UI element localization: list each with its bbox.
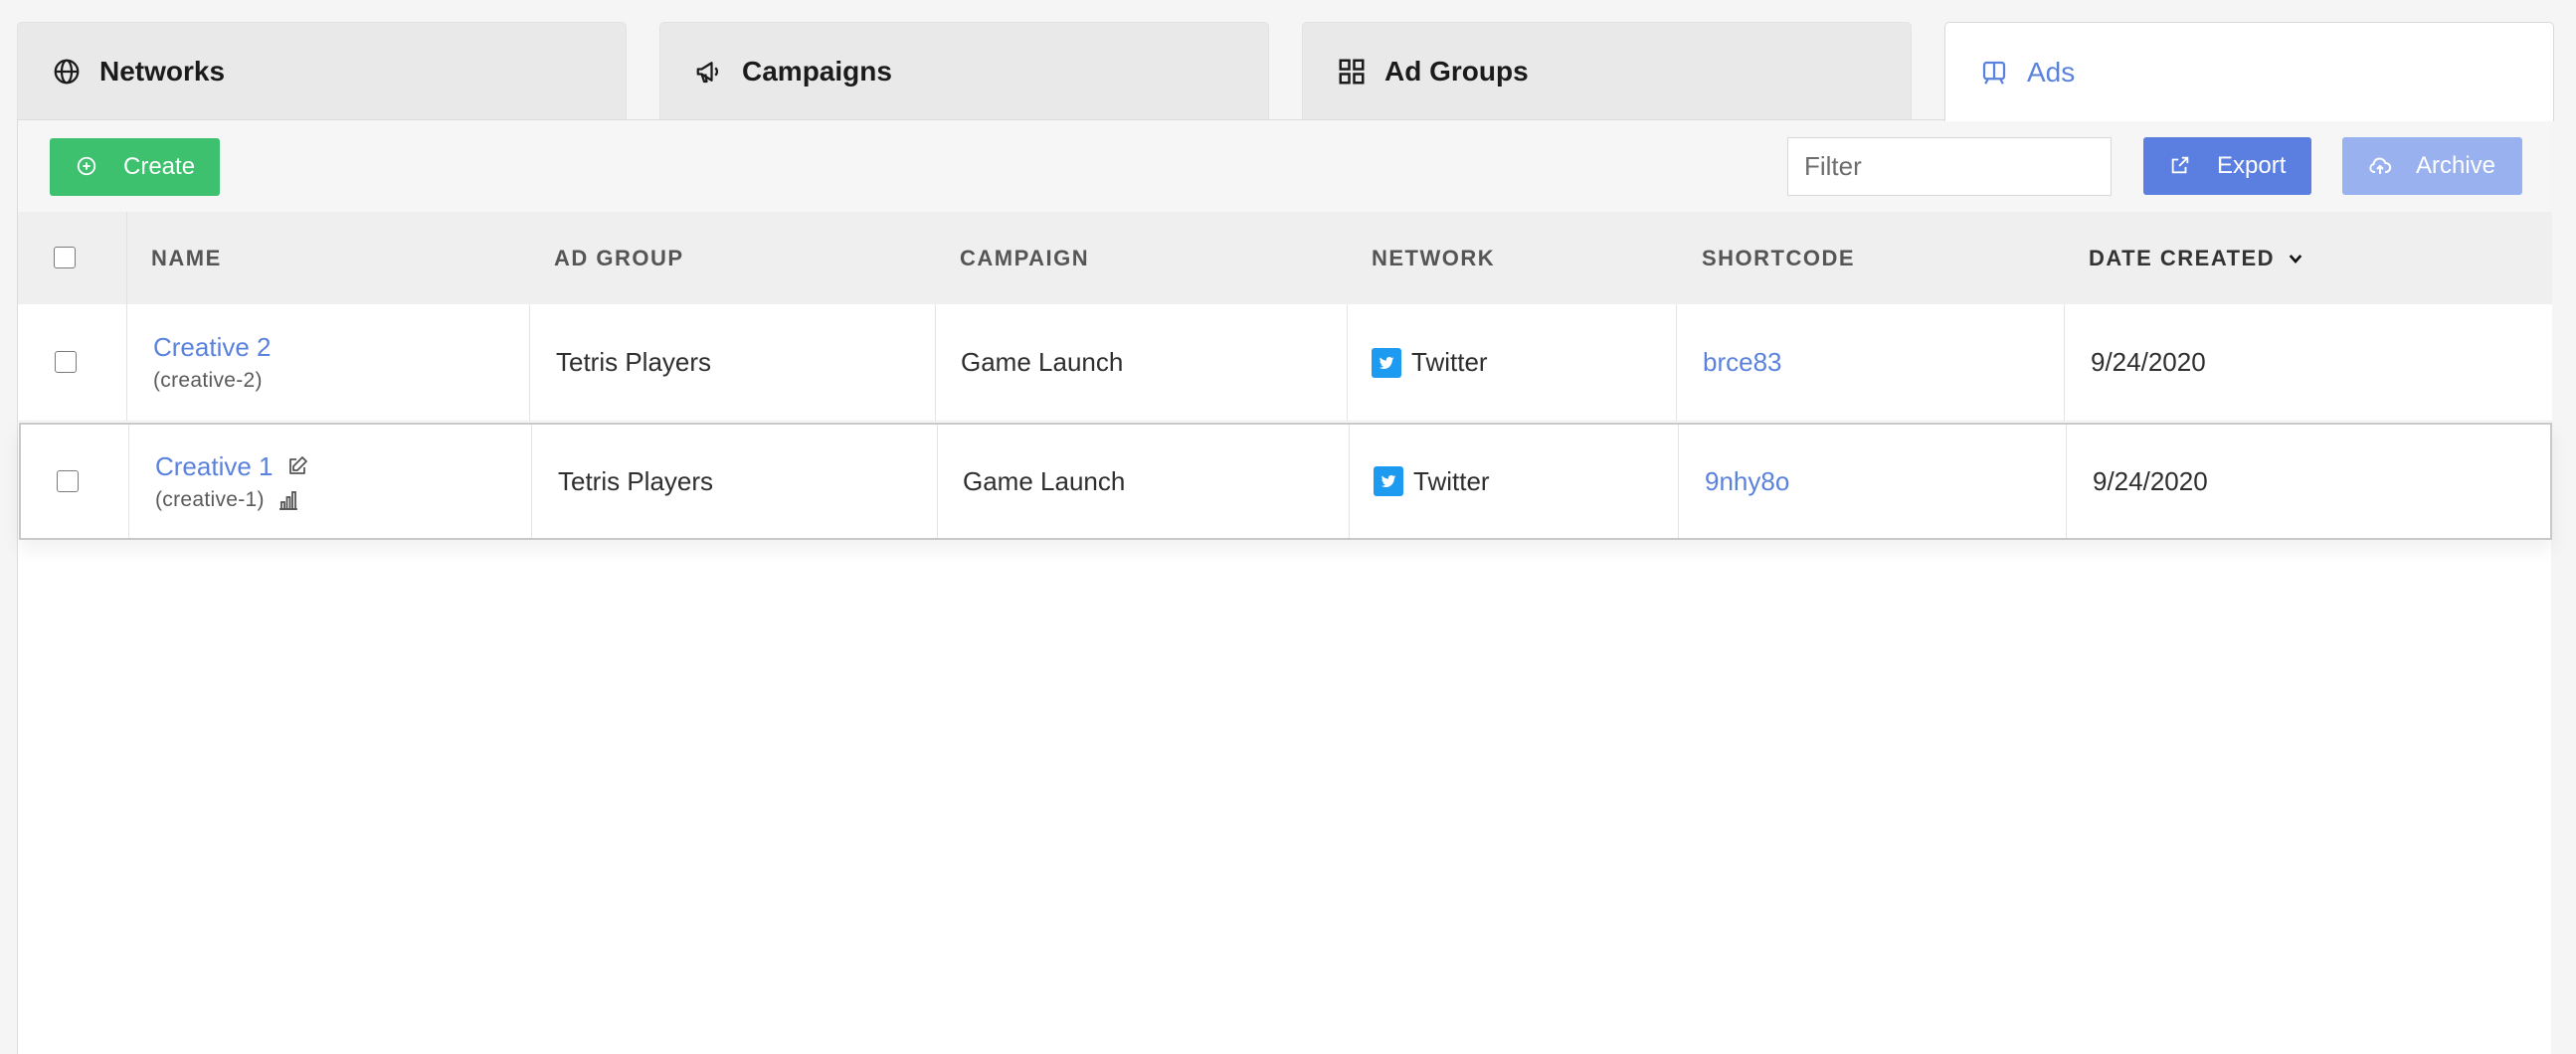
campaign-cell: Game Launch <box>963 465 1126 496</box>
tab-networks-label: Networks <box>99 55 226 87</box>
cloud-upload-icon <box>2368 154 2392 178</box>
column-header-date-created-label: DATE CREATED <box>2089 245 2276 270</box>
column-divider <box>128 425 129 538</box>
filter-input[interactable] <box>1787 137 2112 196</box>
ad-name-row: Creative 1 <box>155 451 309 482</box>
table-row[interactable]: Creative 1 (creative-1) Tetris Players G… <box>19 423 2552 540</box>
create-button-label: Create <box>123 153 196 180</box>
column-header-shortcode[interactable]: SHORTCODE <box>1702 212 1855 304</box>
date-created-cell: 9/24/2020 <box>2093 465 2208 496</box>
ad-name-link[interactable]: Creative 2 <box>153 332 272 363</box>
select-all-checkbox[interactable] <box>54 247 76 268</box>
globe-icon <box>52 57 82 87</box>
column-divider <box>1347 304 1348 421</box>
ad-icon <box>1979 58 2009 88</box>
column-divider <box>2064 304 2065 421</box>
tab-campaigns[interactable]: Campaigns <box>659 22 1269 119</box>
archive-button-label: Archive <box>2416 152 2496 179</box>
row-checkbox[interactable] <box>55 351 77 373</box>
twitter-icon <box>1372 347 1401 378</box>
column-header-name[interactable]: NAME <box>151 212 222 304</box>
external-link-icon <box>2169 154 2193 178</box>
tab-campaigns-label: Campaigns <box>742 55 892 87</box>
column-header-date-created[interactable]: DATE CREATED <box>2089 212 2304 304</box>
row-checkbox[interactable] <box>57 470 79 492</box>
shortcode-link[interactable]: 9nhy8o <box>1705 425 1789 538</box>
tab-ads-label: Ads <box>2027 56 2076 88</box>
column-divider <box>531 425 532 538</box>
campaign-cell: Game Launch <box>961 347 1124 377</box>
ad-slug-row: (creative-1) <box>155 488 300 512</box>
tab-networks[interactable]: Networks <box>17 22 627 119</box>
column-divider <box>126 212 127 304</box>
edit-icon[interactable] <box>285 454 309 478</box>
twitter-icon <box>1374 466 1403 496</box>
column-header-ad-group[interactable]: AD GROUP <box>554 212 684 304</box>
table-header: NAME AD GROUP CAMPAIGN NETWORK SHORTCODE… <box>18 212 2552 304</box>
ad-slug: (creative-2) <box>153 369 263 392</box>
column-divider <box>529 304 530 421</box>
ad-group-cell: Tetris Players <box>558 465 714 496</box>
date-created-cell: 9/24/2020 <box>2091 347 2206 377</box>
column-header-network[interactable]: NETWORK <box>1372 212 1495 304</box>
ad-name-link[interactable]: Creative 1 <box>155 451 274 482</box>
column-divider <box>1349 425 1350 538</box>
grid-icon <box>1337 57 1367 87</box>
plus-circle-icon <box>76 155 99 179</box>
column-divider <box>2066 425 2067 538</box>
ads-panel: Create Export Archive NAME AD GROUP CAMP… <box>17 119 2552 1054</box>
tab-ads[interactable]: Ads <box>1944 22 2554 121</box>
column-divider <box>1676 304 1677 421</box>
network-cell: Twitter <box>1372 304 1488 421</box>
tab-bar: Networks Campaigns Ad Groups Ads <box>17 22 2554 121</box>
network-name: Twitter <box>1411 347 1488 377</box>
bar-chart-icon[interactable] <box>276 488 300 512</box>
name-cell: Creative 2 (creative-2) <box>153 304 272 421</box>
create-button[interactable]: Create <box>50 138 220 196</box>
column-divider <box>1678 425 1679 538</box>
export-button-label: Export <box>2217 152 2287 179</box>
toolbar: Create Export Archive <box>18 120 2551 213</box>
name-cell: Creative 1 (creative-1) <box>155 425 309 538</box>
megaphone-icon <box>694 57 724 87</box>
tab-ad-groups-label: Ad Groups <box>1384 55 1529 87</box>
export-button[interactable]: Export <box>2143 137 2311 195</box>
column-header-campaign[interactable]: CAMPAIGN <box>960 212 1089 304</box>
tab-ad-groups[interactable]: Ad Groups <box>1302 22 1912 119</box>
shortcode-link[interactable]: brce83 <box>1703 304 1782 421</box>
ad-group-cell: Tetris Players <box>556 347 712 377</box>
chevron-down-icon <box>2287 250 2304 267</box>
table-row[interactable]: Creative 2 (creative-2) Tetris Players G… <box>18 304 2552 422</box>
archive-button[interactable]: Archive <box>2342 137 2522 195</box>
column-divider <box>937 425 938 538</box>
column-divider <box>935 304 936 421</box>
network-cell: Twitter <box>1374 425 1490 538</box>
network-name: Twitter <box>1413 465 1490 496</box>
column-divider <box>126 304 127 421</box>
ad-slug: (creative-1) <box>155 487 265 511</box>
